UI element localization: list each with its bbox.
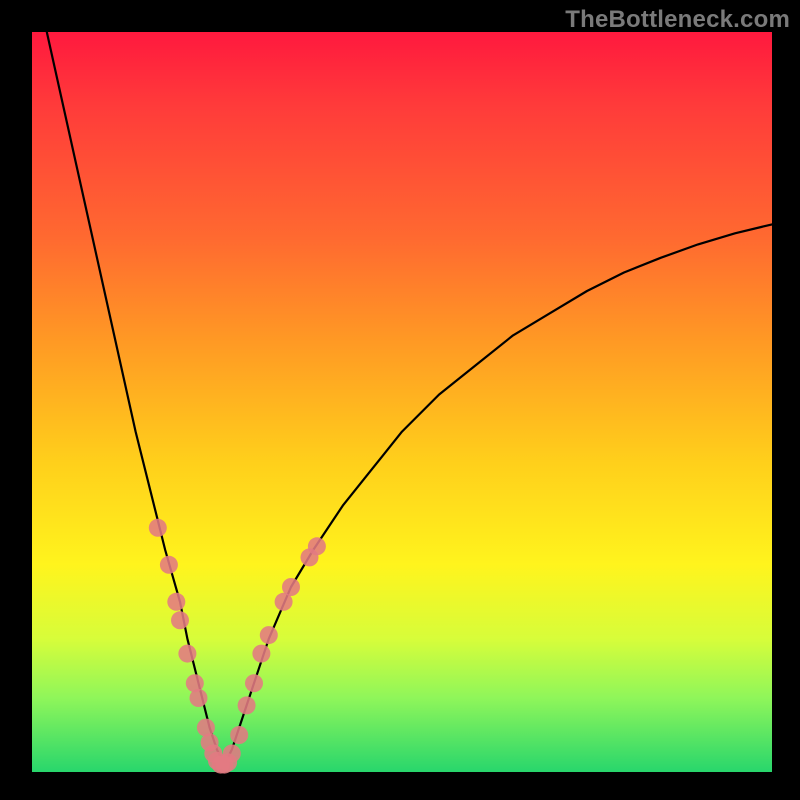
marker-point [252, 645, 270, 663]
marker-point [282, 578, 300, 596]
chart-stage: TheBottleneck.com [0, 0, 800, 800]
marker-point [230, 726, 248, 744]
marker-point [238, 696, 256, 714]
curve-right-branch [224, 224, 772, 764]
marker-point [260, 626, 278, 644]
marker-point [308, 537, 326, 555]
chart-overlay [0, 0, 800, 800]
marker-point [178, 645, 196, 663]
watermark-text: TheBottleneck.com [565, 6, 790, 34]
markers-layer [149, 519, 326, 774]
marker-point [245, 674, 263, 692]
marker-point [160, 556, 178, 574]
marker-point [171, 611, 189, 629]
marker-point [190, 689, 208, 707]
marker-point [223, 745, 241, 763]
curves-layer [47, 32, 772, 765]
marker-point [167, 593, 185, 611]
marker-point [149, 519, 167, 537]
curve-left-branch [47, 32, 225, 765]
